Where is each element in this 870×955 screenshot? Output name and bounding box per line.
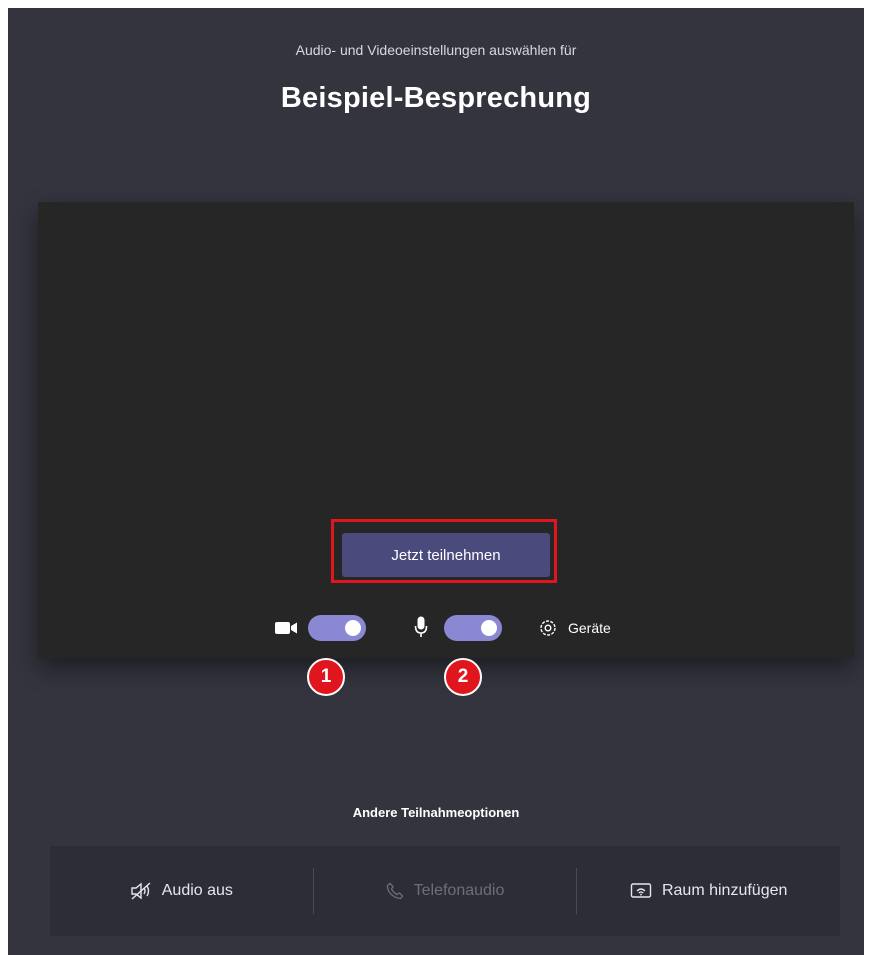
camera-toggle[interactable] [308,615,366,641]
video-preview: Jetzt teilnehmen Geräte [38,202,854,658]
microphone-toggle[interactable] [444,615,502,641]
phone-audio-option[interactable]: Telefonaudio [314,846,577,936]
video-camera-icon [275,622,297,634]
gear-icon [540,620,556,636]
phone-icon [386,882,403,900]
settings-subtitle: Audio- und Videoeinstellungen auswählen … [295,42,577,58]
other-options-bar: Audio aus Telefonaudio Raum hinzufügen [50,846,840,936]
cast-screen-icon [630,883,652,898]
annotation-badge-2: 2 [444,658,482,696]
add-room-option[interactable]: Raum hinzufügen [577,846,840,936]
microphone-toggle-knob [481,620,497,636]
audio-off-label: Audio aus [161,882,233,899]
join-settings-screen: Audio- und Videoeinstellungen auswählen … [8,8,864,955]
phone-audio-label: Telefonaudio [413,882,505,899]
meeting-title: Beispiel-Besprechung [280,82,592,114]
other-options-heading: Andere Teilnahmeoptionen [352,805,520,820]
av-controls: Geräte [38,611,854,645]
annotation-badge-1: 1 [307,658,345,696]
camera-toggle-knob [345,620,361,636]
microphone-icon [414,616,428,637]
join-now-button[interactable]: Jetzt teilnehmen [342,533,550,577]
add-room-label: Raum hinzufügen [661,882,788,899]
speaker-off-icon [131,882,151,900]
devices-button[interactable]: Geräte [538,615,611,641]
devices-label: Geräte [568,620,611,636]
audio-off-option[interactable]: Audio aus [50,846,313,936]
